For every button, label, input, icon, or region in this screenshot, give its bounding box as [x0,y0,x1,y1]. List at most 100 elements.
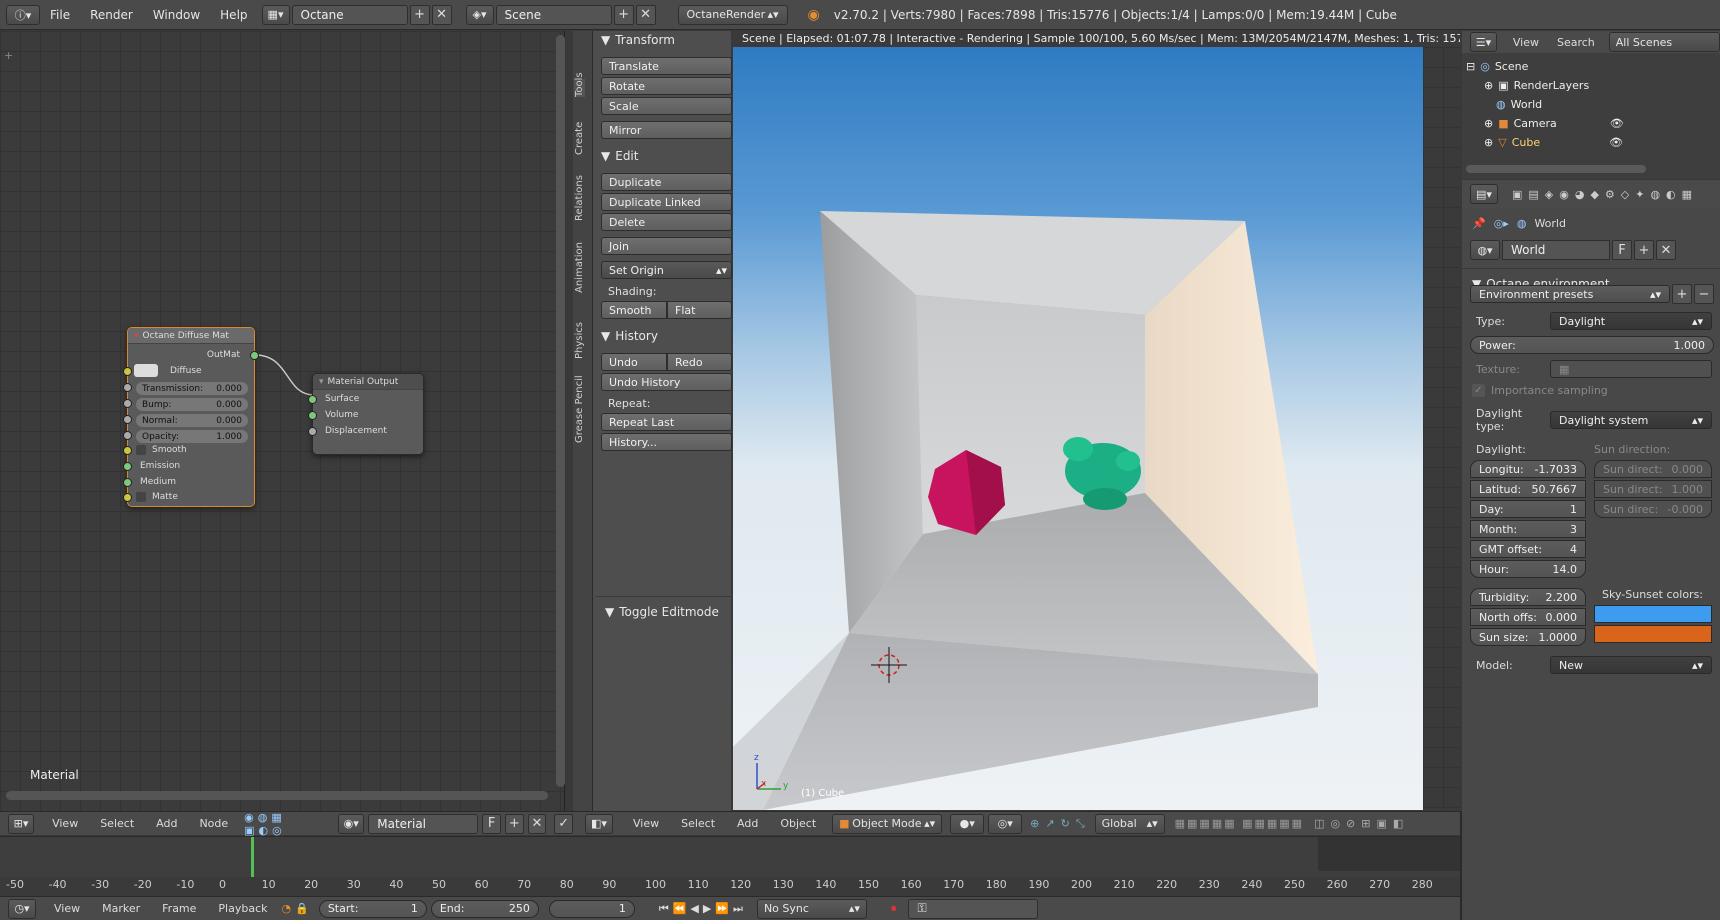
join-button[interactable]: Join [601,237,732,255]
smooth-shading-button[interactable]: Smooth [601,301,667,319]
visibility-eye-icon[interactable]: 👁 [1610,114,1624,133]
fake-user-button[interactable]: F [1612,240,1632,260]
transform-panel-header[interactable]: ▼ Transform [601,33,732,47]
pivot-dropdown[interactable]: ◎▾ [988,813,1023,834]
preview-range-icon[interactable]: ◔ [282,902,292,915]
menu-help[interactable]: Help [210,8,257,22]
smooth-socket[interactable] [123,446,132,455]
orientation-dropdown[interactable]: Global ▴▾ [1094,813,1165,834]
material-output-node[interactable]: ▾ Material Output Surface Volume Displace… [308,373,424,455]
emission-socket[interactable] [123,462,132,471]
environment-presets-dropdown[interactable]: Environment presets ▴▾ [1470,285,1670,303]
properties-editor-type-button[interactable]: ▤▾ [1470,184,1498,204]
current-frame-field[interactable]: 1 [548,899,635,918]
timeline-menu-view[interactable]: View [54,902,80,915]
node-editor-h-scrollbar[interactable] [6,791,548,800]
viewport-extra-icons[interactable]: ◫◎⊘⊞▣◧ [1314,817,1409,830]
outliner-item-world[interactable]: ◍ World [1466,95,1624,114]
unlink-material-button[interactable]: ✕ [527,813,547,834]
smooth-checkbox[interactable] [136,445,146,455]
material-fake-user-button[interactable]: F [482,813,501,834]
viewport-menu-view[interactable]: View [633,817,659,830]
viewport-menu-add[interactable]: Add [737,817,758,830]
daylight-type-dropdown[interactable]: Daylight system ▴▾ [1550,411,1712,429]
outmat-socket[interactable] [250,351,259,360]
tab-tools[interactable]: Tools [574,72,585,97]
new-material-button[interactable]: + [504,813,524,834]
world-name-field[interactable]: World [1502,240,1610,260]
material-name-field[interactable]: Material [368,813,479,834]
remove-scene-button[interactable]: ✕ [635,4,656,25]
octane-diffuse-node[interactable]: ▾ Octane Diffuse Mat OutMat Diffuse Trans… [123,327,259,507]
info-editor-type-button[interactable]: ⓘ▾ [6,4,40,25]
outliner-item-renderlayers[interactable]: ⊕ ▣ RenderLayers [1466,76,1624,95]
bump-field[interactable]: Bump: 0.000 [136,398,248,411]
add-scene-button[interactable]: + [613,4,634,25]
day-field[interactable]: Day: 1 [1470,500,1586,518]
node-menu-select[interactable]: Select [100,817,134,830]
scene-selector-button[interactable]: ◈▾ [465,4,494,25]
toggle-editmode-header[interactable]: ▼ Toggle Editmode [595,605,732,619]
transmission-field[interactable]: Transmission: 0.000 [136,382,248,395]
properties-editor[interactable]: ▤▾ ▣▤◈◉◕◆⚙◇✦◍◐▦ 📌 ◎▸ ◍ World ◍▾ World F … [1462,180,1720,920]
mode-dropdown[interactable]: ■ Object Mode ▴▾ [832,813,943,834]
set-origin-dropdown[interactable]: Set Origin ▴▾ [601,261,732,279]
longitude-field[interactable]: Longitu: -1.7033 [1470,460,1586,478]
model-dropdown[interactable]: New ▴▾ [1550,656,1712,674]
render-engine-dropdown[interactable]: OctaneRender ▴▾ [677,4,788,25]
gmt-offset-field[interactable]: GMT offset: 4 [1470,540,1586,558]
scene-name-field[interactable]: Scene [495,4,612,25]
history-button[interactable]: History... [601,433,732,451]
redo-button[interactable]: Redo [667,353,732,371]
power-field[interactable]: Power: 1.000 [1470,336,1714,354]
world-browse-button[interactable]: ◍▾ [1470,240,1500,260]
node-editor-v-scrollbar[interactable] [556,35,565,787]
use-nodes-checkbox[interactable]: ✓ [554,813,573,834]
menu-render[interactable]: Render [80,8,143,22]
medium-socket[interactable] [123,478,132,487]
diffuse-color-swatch[interactable] [134,364,158,377]
node-editor-type-button[interactable]: ⊞▾ [8,813,35,834]
edit-panel-header[interactable]: ▼ Edit [601,149,732,163]
outliner[interactable]: ☰▾ View Search All Scenes ⊟ ◎ Scene ⊕ ▣ Rend… [1462,31,1720,179]
bump-socket[interactable] [123,399,132,408]
tab-grease-pencil[interactable]: Grease Pencil [574,375,585,443]
outliner-menu-view[interactable]: View [1513,36,1539,49]
matte-checkbox[interactable] [136,492,146,502]
tab-relations[interactable]: Relations [574,175,585,221]
duplicate-button[interactable]: Duplicate [601,173,732,191]
tab-create[interactable]: Create [574,122,585,155]
timeline-menu-marker[interactable]: Marker [102,902,140,915]
remove-layout-button[interactable]: ✕ [431,4,452,25]
keying-set-field[interactable]: ⚿ [908,898,1039,919]
timeline-area[interactable] [0,836,1460,881]
add-layout-button[interactable]: + [409,4,430,25]
timeline-editor-type-button[interactable]: ◷▾ [8,898,36,919]
node-editor[interactable]: + ▾ Octane Diffuse Mat OutMat Diffuse Tra… [0,31,565,811]
add-preset-button[interactable]: + [1672,284,1692,304]
undo-button[interactable]: Undo [601,353,667,371]
outliner-item-camera[interactable]: ⊕ ■ Camera 👁 [1466,114,1624,133]
volume-socket[interactable] [308,411,317,420]
outliner-editor-type-button[interactable]: ☰▾ [1470,32,1497,52]
type-dropdown[interactable]: Daylight ▴▾ [1550,312,1712,330]
surface-socket[interactable] [308,395,317,404]
normal-field[interactable]: Normal: 0.000 [136,414,248,427]
node-menu-view[interactable]: View [52,817,78,830]
sun-size-field[interactable]: Sun size: 1.0000 [1470,628,1586,646]
viewport-editor-type-button[interactable]: ◧▾ [585,813,613,834]
outliner-scope-dropdown[interactable]: All Scenes [1608,32,1720,52]
end-frame-field[interactable]: End: 250 [430,899,539,918]
undo-history-button[interactable]: Undo History [601,373,732,391]
hour-field[interactable]: Hour: 14.0 [1470,560,1586,578]
rotate-button[interactable]: Rotate [601,77,732,95]
playback-controls[interactable]: ⏮⏪◀▶⏩⏭ [659,902,747,916]
month-field[interactable]: Month: 3 [1470,520,1586,538]
layer-buttons[interactable]: ▦▦▦▦▦ ▦▦▦▦▦ [1175,817,1304,830]
north-offset-field[interactable]: North offs: 0.000 [1470,608,1586,626]
sunset-color-swatch[interactable] [1594,625,1712,643]
3d-cursor-icon[interactable] [869,645,909,685]
new-world-button[interactable]: + [1634,240,1654,260]
sky-color-swatch[interactable] [1594,605,1712,623]
scale-button[interactable]: Scale [601,97,732,115]
